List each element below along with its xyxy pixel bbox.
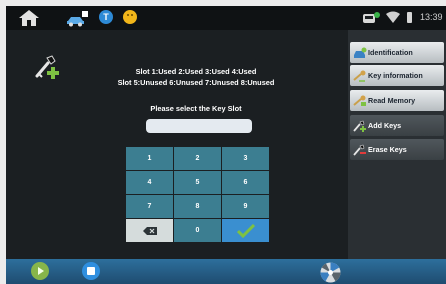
erase-key-icon — [353, 144, 366, 156]
key-info-icon — [353, 70, 366, 82]
numeric-keypad: 1 2 3 4 5 6 7 8 9 0 — [126, 147, 269, 243]
t-app-icon[interactable]: T — [99, 10, 113, 24]
sidebar-item-identification[interactable]: Identification — [350, 42, 444, 63]
sidebar-item-label: Erase Keys — [368, 145, 407, 154]
smiley-icon[interactable] — [123, 10, 137, 24]
keypad-key-8[interactable]: 8 — [174, 195, 221, 218]
car-id-icon — [354, 47, 367, 58]
vci-icon — [363, 12, 380, 23]
home-icon[interactable] — [18, 9, 40, 27]
read-memory-icon — [353, 95, 366, 106]
sidebar-item-label: Key information — [368, 71, 423, 80]
function-sidebar: Identification Key information Read Memo… — [348, 30, 446, 259]
sidebar-item-label: Read Memory — [368, 96, 416, 105]
keypad-key-4[interactable]: 4 — [126, 171, 173, 194]
keypad-key-3[interactable]: 3 — [222, 147, 269, 170]
select-slot-prompt: Please select the Key Slot — [150, 104, 242, 113]
keypad-ok-button[interactable] — [222, 219, 269, 242]
sidebar-item-add-keys[interactable]: Add Keys — [350, 115, 444, 136]
slot-status-line-1: Slot 1:Used 2:Used 3:Used 4:Used — [135, 67, 257, 76]
keypad-backspace-button[interactable] — [126, 219, 173, 242]
bottom-toolbar — [6, 259, 446, 284]
check-icon — [236, 223, 255, 238]
clock: 13:39 — [420, 12, 443, 22]
sidebar-item-erase-keys[interactable]: Erase Keys — [350, 139, 444, 160]
keypad-key-5[interactable]: 5 — [174, 171, 221, 194]
sidebar-item-label: Add Keys — [368, 121, 402, 130]
keypad-key-0[interactable]: 0 — [174, 219, 221, 242]
battery-icon — [407, 12, 412, 23]
sidebar-item-key-information[interactable]: Key information — [350, 65, 444, 86]
slot-status-line-2: Slot 5:Unused 6:Unused 7:Unused 8:Unused — [117, 78, 275, 87]
keypad-key-7[interactable]: 7 — [126, 195, 173, 218]
key-slot-input[interactable] — [146, 119, 252, 133]
keypad-key-1[interactable]: 1 — [126, 147, 173, 170]
stop-icon[interactable] — [82, 262, 100, 280]
keypad-key-9[interactable]: 9 — [222, 195, 269, 218]
sidebar-item-read-memory[interactable]: Read Memory — [350, 90, 444, 111]
car-icon[interactable] — [66, 11, 90, 27]
sidebar-item-label: Identification — [368, 48, 413, 57]
keypad-key-6[interactable]: 6 — [222, 171, 269, 194]
play-icon[interactable] — [31, 262, 49, 280]
add-key-icon — [35, 55, 59, 79]
status-bar: T 13:39 — [6, 6, 446, 30]
wheel-icon[interactable] — [320, 262, 341, 283]
device-screen: T 13:39 Slot 1:Used 2:Used 3:Used 4:Used… — [6, 6, 446, 284]
keypad-key-2[interactable]: 2 — [174, 147, 221, 170]
wifi-icon — [386, 11, 400, 23]
key-slot-panel: Slot 1:Used 2:Used 3:Used 4:Used Slot 5:… — [6, 30, 348, 259]
backspace-icon — [142, 226, 157, 235]
add-key-icon — [353, 120, 366, 132]
